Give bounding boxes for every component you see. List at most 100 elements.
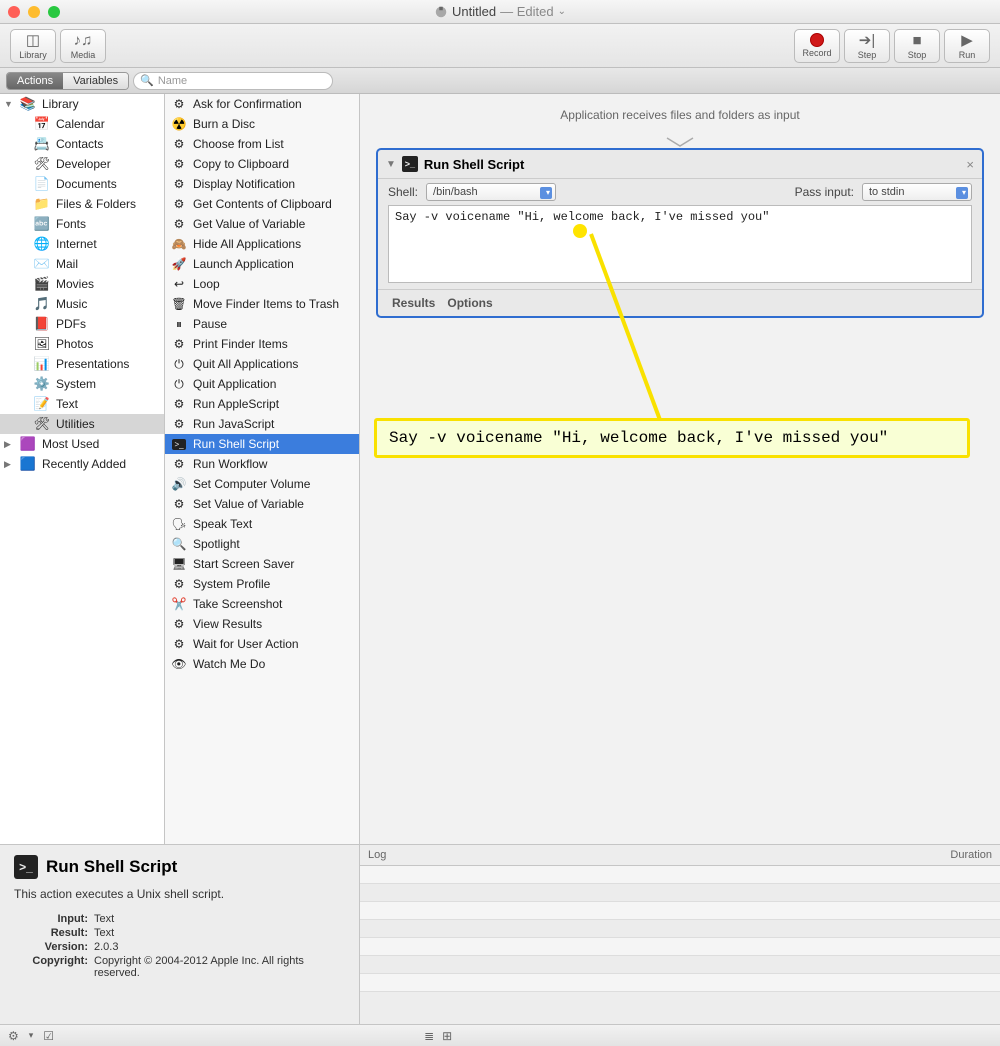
disclosure-icon: ▼ xyxy=(4,99,14,109)
action-item-label: Watch Me Do xyxy=(193,657,265,671)
log-rows xyxy=(360,866,1000,1024)
close-window-button[interactable] xyxy=(8,6,20,18)
library-item-contacts[interactable]: 📇Contacts xyxy=(0,134,164,154)
action-item-take-screenshot[interactable]: ✂️Take Screenshot xyxy=(165,594,359,614)
library-item-photos[interactable]: 🖼Photos xyxy=(0,334,164,354)
media-button[interactable]: ♪♫ Media xyxy=(60,29,106,63)
action-item-run-javascript[interactable]: ⚙︎Run JavaScript xyxy=(165,414,359,434)
stop-button[interactable]: ■ Stop xyxy=(894,29,940,63)
desc-row: Input:Text xyxy=(14,913,345,925)
library-item-label: Mail xyxy=(56,257,78,271)
action-item-system-profile[interactable]: ⚙︎System Profile xyxy=(165,574,359,594)
action-item-icon: ⏸ xyxy=(171,316,187,332)
library-item-mail[interactable]: ✉️Mail xyxy=(0,254,164,274)
card-collapse-icon[interactable]: ▼ xyxy=(386,159,396,170)
automator-doc-icon xyxy=(434,5,448,19)
gear-menu-icon[interactable]: ▾ xyxy=(29,1030,34,1041)
library-item-utilities[interactable]: 🛠Utilities xyxy=(0,414,164,434)
run-button[interactable]: ▶ Run xyxy=(944,29,990,63)
toolbar: ◫ Library ♪♫ Media Record ➔| Step ■ Stop… xyxy=(0,24,1000,68)
desc-value: Text xyxy=(94,913,345,925)
action-item-choose-from-list[interactable]: ⚙︎Choose from List xyxy=(165,134,359,154)
card-close-icon[interactable]: × xyxy=(966,157,974,172)
action-item-run-shell-script[interactable]: >_Run Shell Script xyxy=(165,434,359,454)
action-item-burn-a-disc[interactable]: ☢️Burn a Disc xyxy=(165,114,359,134)
library-item-pdfs[interactable]: 📕PDFs xyxy=(0,314,164,334)
action-item-label: Loop xyxy=(193,277,220,291)
action-item-loop[interactable]: ↩︎Loop xyxy=(165,274,359,294)
action-item-icon: ⏻ xyxy=(171,376,187,392)
record-button[interactable]: Record xyxy=(794,29,840,63)
action-item-display-notification[interactable]: ⚙︎Display Notification xyxy=(165,174,359,194)
action-item-wait-for-user-action[interactable]: ⚙︎Wait for User Action xyxy=(165,634,359,654)
card-tab-options[interactable]: Options xyxy=(447,296,492,310)
library-item-music[interactable]: 🎵Music xyxy=(0,294,164,314)
library-item-icon: 🎬 xyxy=(34,276,50,292)
step-button[interactable]: ➔| Step xyxy=(844,29,890,63)
action-item-print-finder-items[interactable]: ⚙︎Print Finder Items xyxy=(165,334,359,354)
action-item-copy-to-clipboard[interactable]: ⚙︎Copy to Clipboard xyxy=(165,154,359,174)
library-item-calendar[interactable]: 📅Calendar xyxy=(0,114,164,134)
action-item-run-applescript[interactable]: ⚙︎Run AppleScript xyxy=(165,394,359,414)
action-item-set-value-of-variable[interactable]: ⚙︎Set Value of Variable xyxy=(165,494,359,514)
library-item-presentations[interactable]: 📊Presentations xyxy=(0,354,164,374)
action-item-quit-application[interactable]: ⏻Quit Application xyxy=(165,374,359,394)
library-item-recently-added[interactable]: ▶🟦Recently Added xyxy=(0,454,164,474)
action-item-label: Spotlight xyxy=(193,537,240,551)
library-item-documents[interactable]: 📄Documents xyxy=(0,174,164,194)
library-item-movies[interactable]: 🎬Movies xyxy=(0,274,164,294)
library-item-internet[interactable]: 🌐Internet xyxy=(0,234,164,254)
zoom-window-button[interactable] xyxy=(48,6,60,18)
script-textarea[interactable]: Say -v voicename "Hi, welcome back, I've… xyxy=(388,205,972,283)
library-item-library[interactable]: ▼📚Library xyxy=(0,94,164,114)
library-item-label: Fonts xyxy=(56,217,86,231)
tab-variables[interactable]: Variables xyxy=(63,73,128,89)
action-item-quit-all-applications[interactable]: ⏻Quit All Applications xyxy=(165,354,359,374)
shell-select[interactable]: /bin/bash▾ xyxy=(426,183,556,201)
tab-actions[interactable]: Actions xyxy=(7,73,63,89)
library-item-files-folders[interactable]: 📁Files & Folders xyxy=(0,194,164,214)
library-item-developer[interactable]: 🛠Developer xyxy=(0,154,164,174)
action-item-view-results[interactable]: ⚙︎View Results xyxy=(165,614,359,634)
search-input[interactable]: 🔍 Name xyxy=(133,72,333,90)
library-item-label: Most Used xyxy=(42,437,99,451)
action-item-speak-text[interactable]: 🗣Speak Text xyxy=(165,514,359,534)
library-button[interactable]: ◫ Library xyxy=(10,29,56,63)
action-item-icon: 🗣 xyxy=(171,516,187,532)
gear-icon[interactable]: ⚙︎ xyxy=(8,1029,19,1043)
action-description-panel: >_ Run Shell Script This action executes… xyxy=(0,844,360,1024)
action-item-run-workflow[interactable]: ⚙︎Run Workflow xyxy=(165,454,359,474)
action-item-hide-all-applications[interactable]: 🙈Hide All Applications xyxy=(165,234,359,254)
action-item-spotlight[interactable]: 🔍Spotlight xyxy=(165,534,359,554)
library-item-label: Photos xyxy=(56,337,93,351)
action-item-start-screen-saver[interactable]: 🖥Start Screen Saver xyxy=(165,554,359,574)
action-item-set-computer-volume[interactable]: 🔊Set Computer Volume xyxy=(165,474,359,494)
action-item-move-finder-items-to-trash[interactable]: 🗑Move Finder Items to Trash xyxy=(165,294,359,314)
list-view-icon[interactable]: ≣ xyxy=(424,1029,434,1043)
pass-input-select[interactable]: to stdin▾ xyxy=(862,183,972,201)
card-tab-results[interactable]: Results xyxy=(392,296,435,310)
library-item-most-used[interactable]: ▶🟪Most Used xyxy=(0,434,164,454)
action-item-watch-me-do[interactable]: 👁Watch Me Do xyxy=(165,654,359,674)
desc-label: Copyright: xyxy=(14,955,94,979)
library-item-icon: 📕 xyxy=(34,316,50,332)
action-item-icon: 🖥 xyxy=(171,556,187,572)
grid-view-icon[interactable]: ⊞ xyxy=(442,1029,452,1043)
action-item-get-contents-of-clipboard[interactable]: ⚙︎Get Contents of Clipboard xyxy=(165,194,359,214)
checkbox-icon[interactable]: ☑︎ xyxy=(43,1029,54,1043)
action-item-label: Ask for Confirmation xyxy=(193,97,302,111)
log-row xyxy=(360,920,1000,938)
library-item-fonts[interactable]: 🔤Fonts xyxy=(0,214,164,234)
minimize-window-button[interactable] xyxy=(28,6,40,18)
action-item-ask-for-confirmation[interactable]: ⚙︎Ask for Confirmation xyxy=(165,94,359,114)
action-item-icon: >_ xyxy=(171,436,187,452)
action-item-get-value-of-variable[interactable]: ⚙︎Get Value of Variable xyxy=(165,214,359,234)
library-item-text[interactable]: 📝Text xyxy=(0,394,164,414)
action-item-pause[interactable]: ⏸Pause xyxy=(165,314,359,334)
title-dropdown-icon[interactable]: ⌄ xyxy=(558,6,566,17)
library-item-system[interactable]: ⚙️System xyxy=(0,374,164,394)
action-item-label: Display Notification xyxy=(193,177,295,191)
action-item-launch-application[interactable]: 🚀Launch Application xyxy=(165,254,359,274)
library-item-icon: 📚 xyxy=(20,96,36,112)
subtoolbar: Actions Variables 🔍 Name xyxy=(0,68,1000,94)
